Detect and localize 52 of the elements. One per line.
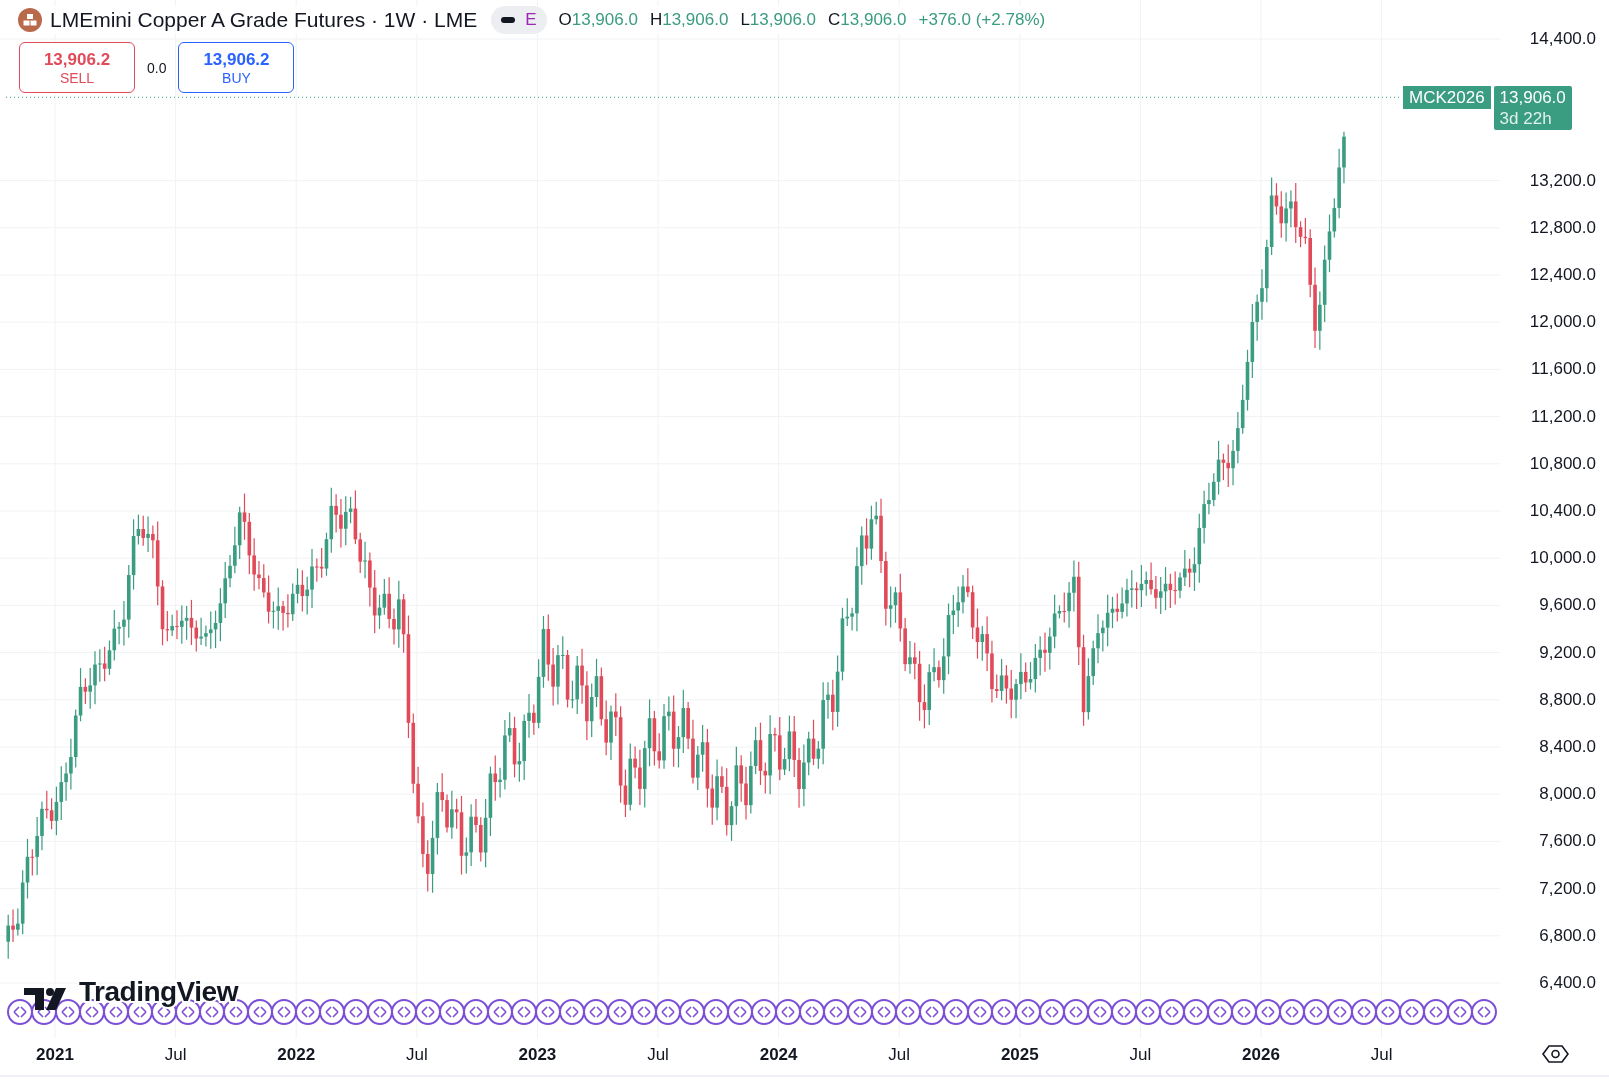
price-axis-label: 8,800.0 [1539, 689, 1596, 709]
price-axis-label: 7,600.0 [1539, 831, 1596, 851]
ohlc-label: L [740, 10, 750, 30]
time-axis-label: Jul [1370, 1045, 1393, 1064]
ohlc-label: H [649, 10, 663, 30]
buy-button[interactable]: 13,906.2 BUY [178, 42, 295, 93]
time-axis-label: 2025 [1000, 1045, 1039, 1064]
price-axis-label: 12,800.0 [1529, 217, 1596, 237]
tradingview-logo-icon [24, 988, 66, 1010]
spread-value: 0.0 [147, 59, 167, 76]
ohlc-label: C [828, 10, 841, 30]
contract-label: MCK2026 [1403, 86, 1491, 109]
ohlc-value: 13,906.0 [840, 10, 907, 30]
time-axis-label: Jul [1129, 1045, 1152, 1064]
time-axis-label: 2024 [759, 1045, 798, 1064]
session-badge[interactable]: E [491, 6, 547, 34]
price-axis-label: 10,800.0 [1529, 453, 1596, 473]
session-letter: E [525, 10, 537, 30]
price-axis-label: 11,600.0 [1531, 359, 1596, 379]
price-axis-label: 10,000.0 [1529, 548, 1596, 568]
symbol-title: LMEmini Copper A Grade Futures · 1W · LME [50, 8, 478, 32]
time-axis-label: Jul [164, 1045, 187, 1064]
sell-button[interactable]: 13,906.2 SELL [19, 42, 135, 93]
time-axis-label: Jul [888, 1045, 911, 1064]
price-axis-label: 14,400.0 [1529, 29, 1596, 48]
price-axis-label: 9,200.0 [1539, 642, 1596, 662]
price-change: +376.0 (+2.78%) [918, 10, 1046, 30]
price-axis-label: 12,400.0 [1529, 265, 1596, 284]
time-axis-label: 2022 [277, 1045, 316, 1064]
ohlc-value: 13,906.0 [749, 10, 817, 30]
price-axis-label: 6,400.0 [1539, 973, 1596, 992]
price-axis-label: 8,400.0 [1539, 737, 1596, 756]
last-price-label: 13,906.0 3d 22h [1493, 86, 1572, 130]
price-axis-label: 8,000.0 [1539, 784, 1596, 804]
minus-icon [501, 16, 516, 24]
price-axis-label: 7,200.0 [1539, 878, 1596, 898]
time-axis-label: Jul [647, 1045, 669, 1064]
price-axis-label: 11,200.0 [1531, 406, 1596, 426]
ohlc-label: O [558, 10, 572, 30]
time-axis-label: 2021 [36, 1045, 74, 1064]
price-axis-label: 9,600.0 [1539, 595, 1596, 615]
tradingview-wordmark: TradingView [79, 976, 238, 1007]
price-axis-label: 12,000.0 [1529, 312, 1596, 332]
ohlc-value: 13,906.0 [571, 10, 638, 30]
time-axis-label: Jul [405, 1045, 428, 1064]
time-axis-label: 2023 [518, 1045, 557, 1064]
time-axis-label: 2026 [1242, 1045, 1280, 1064]
price-axis-label: 6,800.0 [1539, 925, 1596, 945]
price-axis-label: 13,200.0 [1529, 170, 1596, 190]
settings-icon[interactable] [1542, 1045, 1569, 1063]
price-axis-label: 10,400.0 [1529, 501, 1596, 520]
ohlc-value: 13,906.0 [662, 10, 729, 30]
